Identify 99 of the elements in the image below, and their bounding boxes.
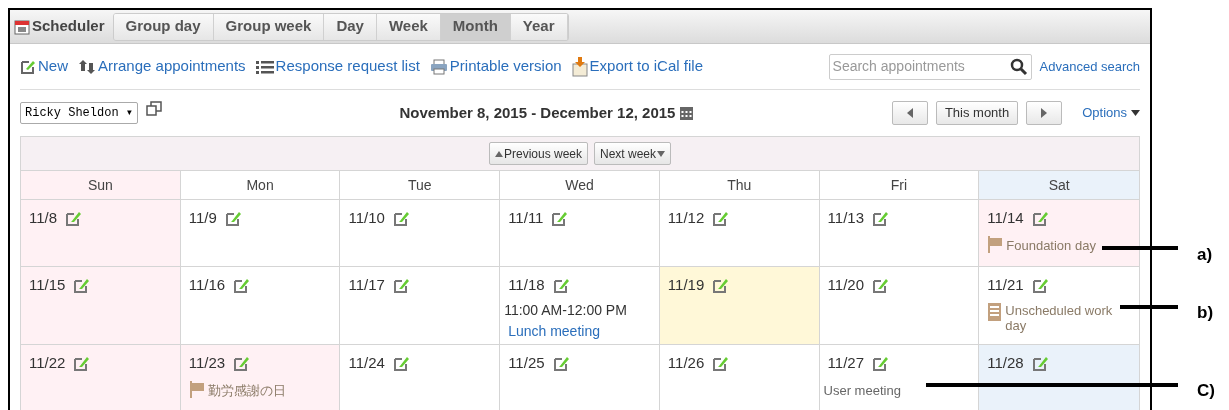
- day-number[interactable]: 11/22: [29, 352, 66, 375]
- new-appointment-icon[interactable]: [712, 209, 730, 227]
- view-tab[interactable]: Year: [510, 13, 568, 40]
- workday-label: Unscheduled work day: [1005, 302, 1114, 333]
- day-cell[interactable]: 11/14 Foundation day: [979, 200, 1139, 266]
- new-appointment-icon[interactable]: [392, 354, 410, 372]
- date-range: November 8, 2015 - December 12, 2015: [399, 102, 676, 123]
- toolbar-link[interactable]: Export to iCal file: [571, 55, 703, 78]
- day-number[interactable]: 11/9: [188, 207, 217, 230]
- day-number[interactable]: 11/17: [348, 274, 385, 297]
- advanced-search-link[interactable]: Advanced search: [1039, 56, 1140, 77]
- up-triangle-icon: [494, 150, 503, 157]
- caret-icon: [1131, 110, 1140, 116]
- day-number[interactable]: 11/15: [29, 274, 66, 297]
- previous-month-button[interactable]: [891, 101, 928, 125]
- next-month-button[interactable]: [1026, 101, 1063, 125]
- annotation-label: b): [1197, 302, 1214, 324]
- day-cell[interactable]: 11/22: [21, 345, 181, 410]
- next-week-button[interactable]: Next week: [594, 142, 672, 165]
- view-tab[interactable]: Week: [376, 13, 441, 40]
- day-number[interactable]: 11/21: [987, 274, 1024, 297]
- day-number[interactable]: 11/26: [667, 352, 705, 375]
- appointment-note: User meeting: [823, 381, 902, 400]
- new-appointment-icon[interactable]: [73, 276, 91, 294]
- new-appointment-icon[interactable]: [872, 276, 889, 294]
- day-number[interactable]: 11/25: [508, 352, 545, 375]
- calendar-icon: [14, 18, 30, 35]
- new-appointment-icon[interactable]: [233, 276, 251, 294]
- day-number[interactable]: 11/16: [188, 274, 226, 297]
- previous-week-button[interactable]: Previous week: [488, 142, 588, 165]
- day-number[interactable]: 11/13: [827, 207, 864, 230]
- toolbar-link[interactable]: Response request list: [255, 55, 420, 78]
- this-month-button[interactable]: This month: [935, 101, 1019, 125]
- day-number[interactable]: 11/12: [667, 207, 705, 230]
- holiday-name: 勤労感謝の日: [207, 381, 286, 400]
- weekday-header: Sat: [979, 171, 1139, 199]
- new-appointment-icon[interactable]: [1031, 209, 1049, 227]
- new-appointment-icon[interactable]: [392, 209, 410, 227]
- day-number[interactable]: 11/11: [508, 207, 544, 230]
- list-icon: [255, 59, 274, 74]
- flag-icon: [188, 380, 205, 398]
- down-triangle-icon: [657, 150, 666, 157]
- weekday-header: Sun: [21, 171, 181, 199]
- day-number[interactable]: 11/8: [29, 207, 58, 230]
- day-cell[interactable]: 11/19: [659, 267, 820, 344]
- flag-icon: [987, 235, 1004, 253]
- day-number[interactable]: 11/10: [348, 207, 385, 230]
- new-appointment-icon[interactable]: [224, 209, 242, 227]
- new-appointment-icon[interactable]: [1031, 354, 1049, 372]
- day-cell[interactable]: 11/28: [979, 345, 1139, 410]
- day-number[interactable]: 11/19: [667, 274, 705, 297]
- download-document-icon: [571, 56, 588, 77]
- right-arrow-icon: [1040, 108, 1049, 118]
- day-number[interactable]: 11/23: [188, 352, 226, 375]
- list-icon: [987, 302, 1003, 321]
- new-appointment-icon[interactable]: [551, 209, 569, 227]
- annotation-label: a): [1197, 244, 1213, 266]
- new-appointment-icon[interactable]: [65, 209, 83, 227]
- calendar-icon[interactable]: [679, 105, 695, 121]
- view-tab[interactable]: Day: [324, 13, 377, 40]
- appointment-link[interactable]: Lunch meeting: [508, 320, 651, 342]
- new-appointment-icon[interactable]: [872, 209, 889, 227]
- search-icon[interactable]: [1009, 57, 1028, 76]
- annotation-label: C): [1197, 380, 1215, 402]
- view-tab[interactable]: Group week: [213, 13, 325, 40]
- new-appointment-icon[interactable]: [712, 276, 730, 294]
- new-appointment-icon[interactable]: [392, 276, 410, 294]
- day-cell[interactable]: 11/8: [21, 200, 181, 266]
- new-appointment-icon[interactable]: [73, 354, 91, 372]
- day-number[interactable]: 11/14: [987, 207, 1024, 230]
- holiday-name: Foundation day: [1006, 236, 1096, 255]
- new-icon: [20, 58, 36, 75]
- toolbar-link[interactable]: Printable version: [429, 55, 562, 78]
- new-appointment-icon[interactable]: [872, 354, 889, 372]
- search-field[interactable]: Search appointments: [828, 53, 1032, 80]
- new-appointment-icon[interactable]: [1031, 276, 1049, 294]
- new-appointment-icon[interactable]: [233, 354, 251, 372]
- left-arrow-icon: [905, 108, 914, 118]
- new-appointment-icon[interactable]: [552, 276, 570, 294]
- day-cell[interactable]: 11/23 勤労感謝の日: [180, 345, 341, 410]
- new-appointment-icon[interactable]: [712, 354, 730, 372]
- day-number[interactable]: 11/28: [987, 352, 1024, 375]
- toolbar-link[interactable]: Arrange appointments: [78, 55, 246, 78]
- arrows-icon: [78, 58, 96, 75]
- app-title: Scheduler: [32, 16, 105, 37]
- printer-icon: [429, 58, 448, 75]
- day-number[interactable]: 11/18: [508, 274, 545, 297]
- popup-window-icon[interactable]: [146, 101, 163, 117]
- day-number[interactable]: 11/24: [348, 352, 385, 375]
- view-tab[interactable]: Group day: [113, 13, 214, 40]
- view-tab[interactable]: Month: [440, 13, 511, 40]
- day-number[interactable]: 11/20: [827, 274, 864, 297]
- toolbar-link[interactable]: New: [20, 55, 68, 78]
- appointment-time: 11:00 AM-12:00 PM: [504, 300, 628, 320]
- day-number[interactable]: 11/27: [827, 352, 864, 375]
- new-appointment-icon[interactable]: [552, 354, 570, 372]
- day-cell[interactable]: 11/15: [21, 267, 181, 344]
- options-menu[interactable]: Options: [1082, 103, 1140, 123]
- user-select[interactable]: Ricky Sheldon ▾: [20, 102, 139, 124]
